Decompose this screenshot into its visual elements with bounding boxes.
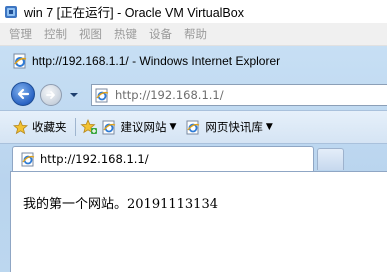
favorites-button[interactable]: 收藏夹 [0, 119, 67, 135]
web-slice-gallery-label: 网页快讯库 [205, 120, 263, 134]
menu-view[interactable]: 视图 [79, 26, 102, 42]
menu-manage[interactable]: 管理 [9, 26, 32, 42]
menu-control[interactable]: 控制 [44, 26, 67, 42]
forward-arrow-icon [46, 91, 55, 99]
tab-bar: http://192.168.1.1/ [0, 144, 387, 171]
vbox-window-title: win 7 [正在运行] - Oracle VM VirtualBox [24, 6, 244, 20]
forward-button[interactable] [40, 84, 62, 106]
recent-pages-dropdown-icon[interactable] [69, 90, 79, 100]
address-bar[interactable]: http://192.168.1.1/ [91, 84, 387, 106]
new-tab-button[interactable] [317, 148, 344, 170]
tab-title: http://192.168.1.1/ [40, 152, 149, 166]
ie-page-icon [95, 88, 109, 102]
vbox-menu-bar: 管理 控制 视图 热键 设备 帮助 [0, 23, 387, 46]
ie-window-title: http://192.168.1.1/ - Windows Internet E… [32, 54, 281, 68]
chevron-down-icon: ▼ [265, 122, 273, 132]
ie-page-icon [186, 120, 200, 134]
page-content: 我的第一个网站。20191113134 [10, 171, 387, 272]
favorites-bar: 收藏夹 建议网站 ▼ 网页快讯库 ▼ [0, 110, 387, 144]
web-slice-gallery-button[interactable]: 网页快讯库 ▼ [186, 119, 273, 135]
menu-hotkeys[interactable]: 热键 [114, 26, 137, 42]
tab-active[interactable]: http://192.168.1.1/ [12, 146, 314, 171]
back-arrow-icon [17, 88, 30, 100]
chevron-down-icon: ▼ [169, 122, 177, 132]
add-favorite-icon[interactable] [79, 119, 98, 135]
ie-page-icon [13, 53, 27, 69]
menu-devices[interactable]: 设备 [149, 26, 172, 42]
vbox-title-bar: win 7 [正在运行] - Oracle VM VirtualBox [0, 0, 387, 23]
menu-help[interactable]: 帮助 [184, 26, 207, 42]
ie-window: http://192.168.1.1/ - Windows Internet E… [0, 46, 387, 272]
star-icon [13, 119, 28, 134]
address-text: http://192.168.1.1/ [115, 88, 224, 102]
navigation-bar: http://192.168.1.1/ [0, 76, 387, 110]
back-button[interactable] [11, 82, 35, 106]
favorites-label: 收藏夹 [32, 120, 67, 134]
ie-page-icon [102, 120, 115, 134]
ie-page-icon [21, 152, 35, 166]
suggested-sites-label: 建议网站 [120, 120, 167, 134]
page-body-text: 我的第一个网站。20191113134 [23, 197, 218, 212]
ie-title-bar: http://192.168.1.1/ - Windows Internet E… [0, 46, 387, 76]
virtualbox-icon [5, 5, 17, 18]
divider [74, 118, 76, 136]
suggested-sites-button[interactable]: 建议网站 ▼ [102, 119, 177, 135]
